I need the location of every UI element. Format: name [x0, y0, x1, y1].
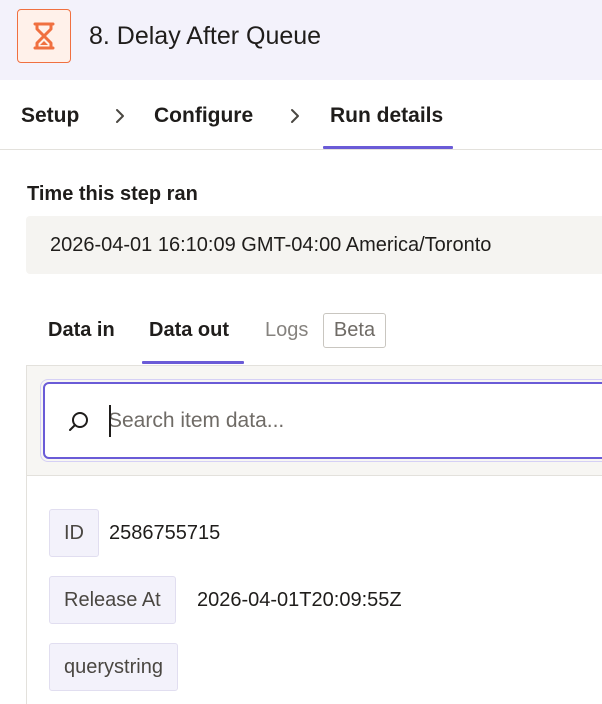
field-key-release-at: Release At [49, 576, 176, 624]
run-time-value: 2026-04-01 16:10:09 GMT-04:00 America/To… [50, 234, 492, 256]
run-time-box: 2026-04-01 16:10:09 GMT-04:00 America/To… [26, 216, 602, 274]
breadcrumb-setup[interactable]: Setup [21, 102, 79, 130]
tab-logs[interactable]: Logs [265, 316, 308, 344]
chevron-right-icon [288, 102, 302, 130]
breadcrumb: Setup Configure Run details [0, 80, 602, 150]
search-input[interactable] [108, 402, 578, 440]
field-key-id: ID [49, 509, 99, 557]
step-header: 8. Delay After Queue [0, 0, 602, 80]
field-value-release-at: 2026-04-01T20:09:55Z [197, 589, 402, 611]
step-title: 8. Delay After Queue [89, 22, 322, 50]
text-caret [109, 405, 111, 437]
breadcrumb-configure[interactable]: Configure [154, 102, 253, 130]
tab-data-in[interactable]: Data in [48, 316, 115, 344]
beta-badge: Beta [323, 313, 386, 348]
field-key-querystring[interactable]: querystring [49, 643, 178, 691]
active-breadcrumb-indicator [323, 146, 453, 149]
delay-app-icon [17, 9, 71, 63]
search-icon [69, 412, 88, 431]
breadcrumb-run-details[interactable]: Run details [330, 102, 443, 130]
tab-data-out[interactable]: Data out [149, 316, 229, 344]
active-tab-indicator [142, 361, 244, 364]
field-value-id: 2586755715 [109, 522, 221, 544]
search-box[interactable] [43, 382, 602, 459]
hourglass-icon [33, 22, 55, 50]
run-time-label: Time this step ran [27, 183, 198, 205]
chevron-right-icon [113, 102, 127, 130]
